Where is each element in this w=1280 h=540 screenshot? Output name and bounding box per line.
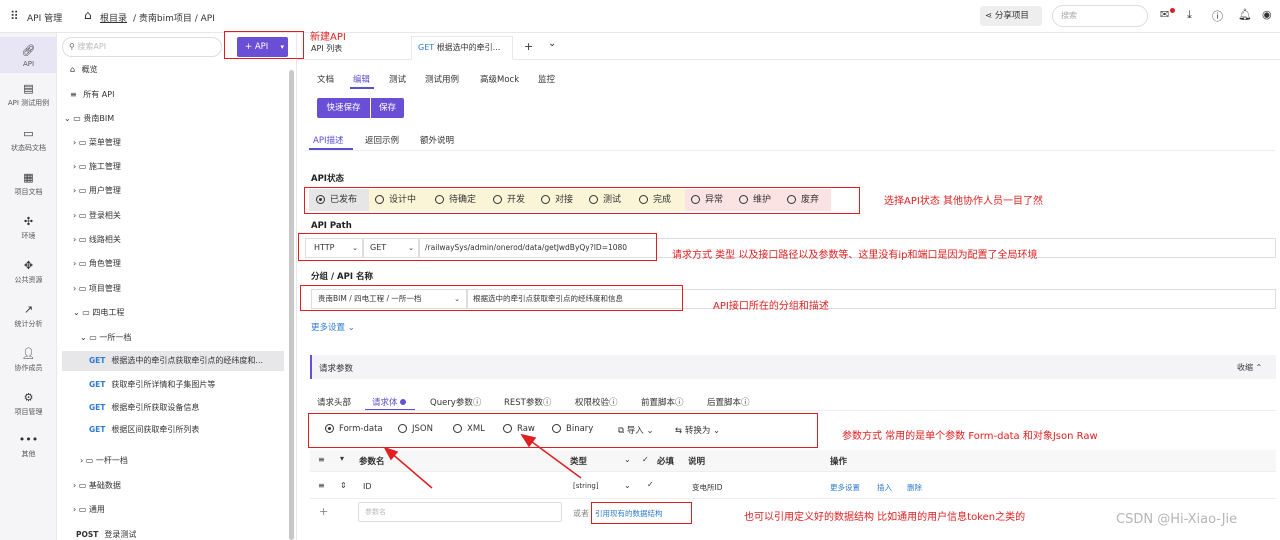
arrow-raw xyxy=(527,438,582,479)
arrowhead-raw xyxy=(520,433,537,448)
annotation-arrows xyxy=(383,433,582,489)
arrow-form-data xyxy=(389,451,433,489)
watermark: CSDN @Hi-Xiao-Jie xyxy=(1116,512,1238,527)
